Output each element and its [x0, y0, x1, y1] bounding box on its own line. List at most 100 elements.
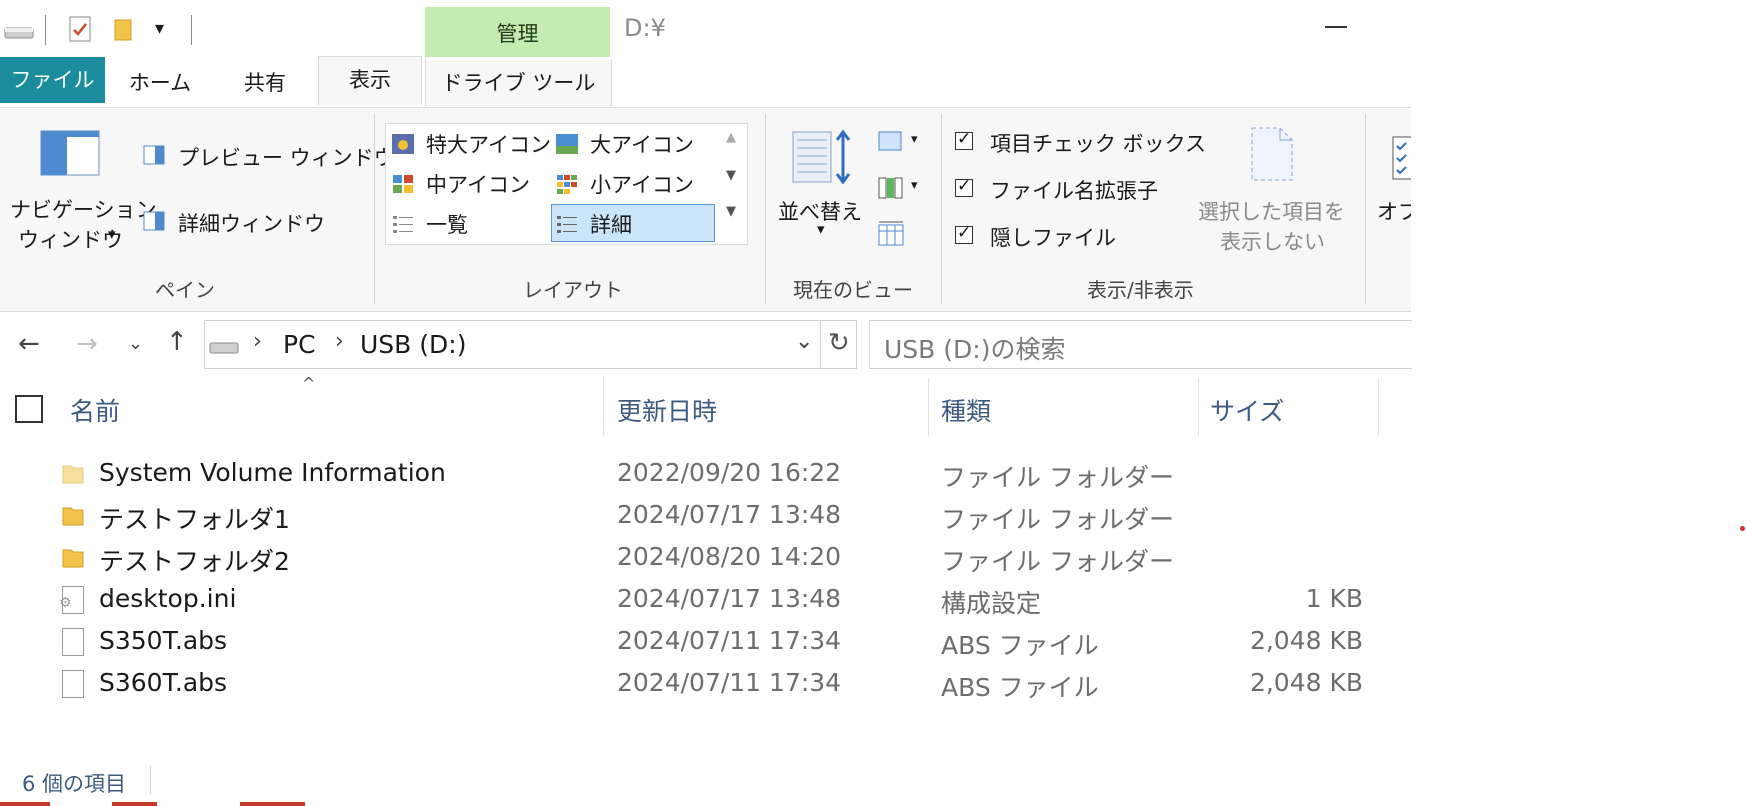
- tab-file[interactable]: ファイル: [0, 57, 105, 103]
- tab-manage[interactable]: 管理: [425, 7, 610, 57]
- file-name[interactable]: テストフォルダ1: [99, 500, 290, 536]
- tab-drive-tools[interactable]: ドライブ ツール: [425, 60, 612, 106]
- column-header-size[interactable]: サイズ: [1210, 392, 1284, 428]
- file-extensions-checkbox[interactable]: [955, 176, 973, 197]
- file-name[interactable]: テストフォルダ2: [99, 542, 290, 578]
- extra-large-icons-icon: [392, 134, 414, 154]
- layout-list[interactable]: 一覧: [426, 209, 468, 239]
- show-hide-group-label: 表示/非表示: [1087, 278, 1194, 302]
- file-extensions-label[interactable]: ファイル名拡張子: [990, 175, 1158, 205]
- gallery-expand-icon[interactable]: ▼: [726, 204, 736, 219]
- details-pane-button[interactable]: 詳細ウィンドウ: [178, 208, 325, 238]
- qat-separator: [191, 15, 192, 45]
- layout-large[interactable]: 大アイコン: [590, 129, 694, 159]
- item-checkboxes-checkbox[interactable]: [955, 129, 973, 150]
- recent-locations-icon[interactable]: ⌄: [128, 333, 143, 354]
- size-columns-icon[interactable]: [878, 220, 904, 246]
- file-name[interactable]: S360T.abs: [99, 668, 227, 697]
- tab-home[interactable]: ホーム: [115, 60, 205, 106]
- tab-view[interactable]: 表示: [318, 56, 422, 105]
- hide-selected-label-1[interactable]: 選択した項目を: [1198, 196, 1345, 226]
- details-pane-icon: [143, 211, 165, 231]
- hide-selected-icon[interactable]: [1250, 126, 1294, 182]
- hide-selected-label-2[interactable]: 表示しない: [1220, 226, 1325, 256]
- chevron-down-icon[interactable]: ▾: [817, 220, 825, 238]
- file-type: ファイル フォルダー: [941, 505, 1174, 534]
- file-name[interactable]: desktop.ini: [99, 584, 236, 613]
- add-columns-icon[interactable]: [878, 176, 904, 200]
- chevron-down-icon[interactable]: ▾: [911, 178, 918, 193]
- address-dropdown-icon[interactable]: ⌄: [795, 329, 813, 354]
- layout-small[interactable]: 小アイコン: [590, 169, 694, 199]
- file-size: 2,048 KB: [1249, 626, 1363, 655]
- minimize-button[interactable]: [1325, 26, 1347, 28]
- file-row[interactable]: ⚙ desktop.ini 2024/07/17 13:48 構成設定 1 KB: [0, 578, 1411, 620]
- chevron-down-icon[interactable]: ▾: [108, 225, 116, 243]
- options-icon[interactable]: [1392, 136, 1411, 180]
- file-type: ファイル フォルダー: [941, 463, 1174, 492]
- nav-pane-label-1[interactable]: ナビゲーション: [10, 194, 157, 224]
- column-header-name[interactable]: 名前: [70, 392, 120, 428]
- details-icon: [557, 216, 577, 233]
- drive-icon: [209, 342, 239, 354]
- chevron-right-icon[interactable]: ›: [335, 329, 344, 354]
- group-by-icon[interactable]: [878, 130, 904, 154]
- file-row[interactable]: S360T.abs 2024/07/11 17:34 ABS ファイル 2,04…: [0, 662, 1411, 704]
- gallery-scroll-up-icon[interactable]: ▲: [726, 130, 736, 145]
- up-arrow-icon[interactable]: ↑: [166, 327, 188, 357]
- file-modified: 2024/07/17 13:48: [617, 500, 842, 529]
- qat-dropdown-icon[interactable]: ▾: [155, 18, 164, 39]
- drive-icon[interactable]: [4, 24, 34, 40]
- options-button[interactable]: オプ: [1377, 196, 1411, 226]
- chevron-right-icon[interactable]: ›: [253, 329, 262, 354]
- file-row[interactable]: テストフォルダ1 2024/07/17 13:48 ファイル フォルダー: [0, 494, 1411, 536]
- taskbar-indicator: [240, 802, 305, 806]
- column-separator[interactable]: [1378, 378, 1379, 436]
- tab-share[interactable]: 共有: [220, 60, 310, 106]
- address-bar[interactable]: › PC › USB (D:) ⌄ ↻: [204, 320, 857, 369]
- search-input[interactable]: USB (D:)の検索: [869, 320, 1412, 369]
- file-name[interactable]: S350T.abs: [99, 626, 227, 655]
- select-all-checkbox[interactable]: [15, 395, 43, 423]
- properties-icon[interactable]: [69, 16, 91, 42]
- file-size: 1 KB: [1305, 584, 1363, 613]
- large-icons-icon: [556, 134, 578, 154]
- file-row[interactable]: System Volume Information 2022/09/20 16:…: [0, 452, 1411, 494]
- column-header-type[interactable]: 種類: [941, 392, 991, 428]
- file-name[interactable]: System Volume Information: [99, 458, 446, 487]
- sort-ascending-icon: ^: [302, 374, 316, 393]
- breadcrumb-usb-drive[interactable]: USB (D:): [360, 330, 466, 359]
- address-divider: [820, 321, 821, 368]
- preview-pane-button[interactable]: プレビュー ウィンドウ: [178, 142, 395, 172]
- sort-by-icon[interactable]: [791, 128, 855, 186]
- breadcrumb-pc[interactable]: PC: [283, 330, 316, 359]
- item-checkboxes-label[interactable]: 項目チェック ボックス: [990, 128, 1206, 158]
- back-arrow-icon[interactable]: ←: [18, 329, 40, 359]
- new-folder-icon[interactable]: [113, 16, 133, 42]
- hidden-files-checkbox[interactable]: [955, 223, 973, 244]
- column-separator[interactable]: [928, 378, 929, 436]
- gallery-scroll-down-icon[interactable]: ▼: [726, 168, 736, 183]
- file-row[interactable]: テストフォルダ2 2024/08/20 14:20 ファイル フォルダー: [0, 536, 1411, 578]
- forward-arrow-icon[interactable]: →: [76, 329, 98, 359]
- file-modified: 2024/07/17 13:48: [617, 584, 842, 613]
- ribbon-divider: [374, 114, 375, 304]
- refresh-icon[interactable]: ↻: [828, 328, 850, 358]
- file-icon: [62, 628, 84, 656]
- column-header-modified[interactable]: 更新日時: [617, 392, 717, 428]
- file-modified: 2022/09/20 16:22: [617, 458, 842, 487]
- navigation-pane-icon[interactable]: [40, 130, 100, 176]
- qat-separator: [45, 15, 46, 45]
- chevron-down-icon[interactable]: ▾: [911, 132, 918, 147]
- taskbar-indicator: [0, 802, 50, 806]
- layout-extra-large[interactable]: 特大アイコン: [426, 129, 551, 159]
- file-modified: 2024/08/20 14:20: [617, 542, 842, 571]
- search-placeholder: USB (D:)の検索: [884, 335, 1066, 364]
- hidden-files-label[interactable]: 隠しファイル: [990, 222, 1116, 252]
- column-separator[interactable]: [603, 378, 604, 436]
- column-separator[interactable]: [1198, 378, 1199, 436]
- status-item-count: 6 個の項目: [22, 772, 127, 796]
- layout-details[interactable]: 詳細: [590, 209, 632, 239]
- layout-medium[interactable]: 中アイコン: [426, 169, 530, 199]
- file-row[interactable]: S350T.abs 2024/07/11 17:34 ABS ファイル 2,04…: [0, 620, 1411, 662]
